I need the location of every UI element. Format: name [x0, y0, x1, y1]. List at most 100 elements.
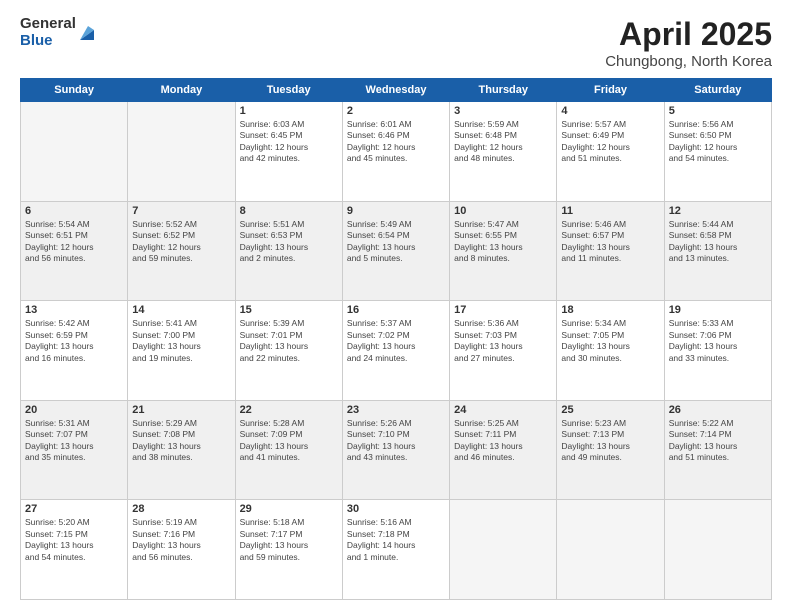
table-row: 18 Sunrise: 5:34 AM Sunset: 7:05 PM Dayli… [557, 301, 664, 401]
col-sunday: Sunday [21, 79, 128, 102]
day-number: 5 [669, 105, 767, 117]
day-info: Sunrise: 5:31 AM Sunset: 7:07 PM Dayligh… [25, 418, 123, 464]
day-number: 6 [25, 205, 123, 217]
col-wednesday: Wednesday [342, 79, 449, 102]
page: General Blue April 2025 Chungbong, North… [0, 0, 792, 612]
table-row: 15Sunrise: 5:39 AM Sunset: 7:01 PM Dayli… [235, 301, 342, 401]
day-info: Sunrise: 5:47 AM Sunset: 6:55 PM Dayligh… [454, 219, 552, 265]
day-number: 1 [240, 105, 338, 117]
day-info: Sunrise: 5:42 AM Sunset: 6:59 PM Dayligh… [25, 318, 123, 364]
day-number: 29 [240, 503, 338, 515]
day-number: 21 [132, 404, 230, 416]
day-number: 18 [561, 304, 659, 316]
day-info: Sunrise: 6:01 AM Sunset: 6:46 PM Dayligh… [347, 119, 445, 165]
day-number: 12 [669, 205, 767, 217]
day-number: 4 [561, 105, 659, 117]
day-info: Sunrise: 5:20 AM Sunset: 7:15 PM Dayligh… [25, 517, 123, 563]
day-info: Sunrise: 5:46 AM Sunset: 6:57 PM Dayligh… [561, 219, 659, 265]
day-number: 10 [454, 205, 552, 217]
day-info: Sunrise: 5:26 AM Sunset: 7:10 PM Dayligh… [347, 418, 445, 464]
col-saturday: Saturday [664, 79, 771, 102]
day-number: 22 [240, 404, 338, 416]
day-number: 24 [454, 404, 552, 416]
day-info: Sunrise: 5:25 AM Sunset: 7:11 PM Dayligh… [454, 418, 552, 464]
table-row: 14Sunrise: 5:41 AM Sunset: 7:00 PM Dayli… [128, 301, 235, 401]
logo-icon [78, 24, 96, 42]
day-number: 7 [132, 205, 230, 217]
day-number: 2 [347, 105, 445, 117]
table-row: 25 Sunrise: 5:23 AM Sunset: 7:13 PM Dayli… [557, 400, 664, 500]
table-row: 23 Sunrise: 5:26 AM Sunset: 7:10 PM Dayli… [342, 400, 449, 500]
table-row: 27 Sunrise: 5:20 AM Sunset: 7:15 PM Dayli… [21, 500, 128, 600]
col-friday: Friday [557, 79, 664, 102]
table-row [664, 500, 771, 600]
table-row: 8Sunrise: 5:51 AM Sunset: 6:53 PM Daylig… [235, 201, 342, 301]
table-row: 20Sunrise: 5:31 AM Sunset: 7:07 PM Dayli… [21, 400, 128, 500]
day-number: 23 [347, 404, 445, 416]
table-row: 16 Sunrise: 5:37 AM Sunset: 7:02 PM Dayli… [342, 301, 449, 401]
day-info: Sunrise: 5:36 AM Sunset: 7:03 PM Dayligh… [454, 318, 552, 364]
title-month: April 2025 [605, 16, 772, 53]
table-row: 24 Sunrise: 5:25 AM Sunset: 7:11 PM Dayli… [450, 400, 557, 500]
table-row: 19 Sunrise: 5:33 AM Sunset: 7:06 PM Dayli… [664, 301, 771, 401]
calendar-week-row: 1 Sunrise: 6:03 AM Sunset: 6:45 PM Daylig… [21, 102, 772, 202]
table-row: 26Sunrise: 5:22 AM Sunset: 7:14 PM Dayli… [664, 400, 771, 500]
table-row: 28Sunrise: 5:19 AM Sunset: 7:16 PM Dayli… [128, 500, 235, 600]
day-info: Sunrise: 6:03 AM Sunset: 6:45 PM Dayligh… [240, 119, 338, 165]
table-row: 22 Sunrise: 5:28 AM Sunset: 7:09 PM Dayli… [235, 400, 342, 500]
day-info: Sunrise: 5:56 AM Sunset: 6:50 PM Dayligh… [669, 119, 767, 165]
day-number: 30 [347, 503, 445, 515]
day-info: Sunrise: 5:37 AM Sunset: 7:02 PM Dayligh… [347, 318, 445, 364]
day-info: Sunrise: 5:18 AM Sunset: 7:17 PM Dayligh… [240, 517, 338, 563]
day-info: Sunrise: 5:44 AM Sunset: 6:58 PM Dayligh… [669, 219, 767, 265]
day-info: Sunrise: 5:33 AM Sunset: 7:06 PM Dayligh… [669, 318, 767, 364]
calendar-week-row: 13 Sunrise: 5:42 AM Sunset: 6:59 PM Dayli… [21, 301, 772, 401]
day-number: 14 [132, 304, 230, 316]
table-row [128, 102, 235, 202]
day-info: Sunrise: 5:16 AM Sunset: 7:18 PM Dayligh… [347, 517, 445, 563]
table-row: 17 Sunrise: 5:36 AM Sunset: 7:03 PM Dayli… [450, 301, 557, 401]
day-number: 13 [25, 304, 123, 316]
day-info: Sunrise: 5:49 AM Sunset: 6:54 PM Dayligh… [347, 219, 445, 265]
table-row: 7 Sunrise: 5:52 AM Sunset: 6:52 PM Daylig… [128, 201, 235, 301]
calendar-week-row: 6 Sunrise: 5:54 AM Sunset: 6:51 PM Daylig… [21, 201, 772, 301]
table-row: 13 Sunrise: 5:42 AM Sunset: 6:59 PM Dayli… [21, 301, 128, 401]
table-row: 12 Sunrise: 5:44 AM Sunset: 6:58 PM Dayli… [664, 201, 771, 301]
calendar-table: Sunday Monday Tuesday Wednesday Thursday… [20, 78, 772, 600]
table-row: 21 Sunrise: 5:29 AM Sunset: 7:08 PM Dayli… [128, 400, 235, 500]
day-number: 16 [347, 304, 445, 316]
day-info: Sunrise: 5:34 AM Sunset: 7:05 PM Dayligh… [561, 318, 659, 364]
day-info: Sunrise: 5:39 AM Sunset: 7:01 PM Dayligh… [240, 318, 338, 364]
day-number: 11 [561, 205, 659, 217]
day-number: 3 [454, 105, 552, 117]
table-row: 29 Sunrise: 5:18 AM Sunset: 7:17 PM Dayli… [235, 500, 342, 600]
day-info: Sunrise: 5:57 AM Sunset: 6:49 PM Dayligh… [561, 119, 659, 165]
day-info: Sunrise: 5:28 AM Sunset: 7:09 PM Dayligh… [240, 418, 338, 464]
calendar-week-row: 27 Sunrise: 5:20 AM Sunset: 7:15 PM Dayli… [21, 500, 772, 600]
col-tuesday: Tuesday [235, 79, 342, 102]
day-info: Sunrise: 5:52 AM Sunset: 6:52 PM Dayligh… [132, 219, 230, 265]
day-info: Sunrise: 5:54 AM Sunset: 6:51 PM Dayligh… [25, 219, 123, 265]
day-info: Sunrise: 5:22 AM Sunset: 7:14 PM Dayligh… [669, 418, 767, 464]
table-row: 3 Sunrise: 5:59 AM Sunset: 6:48 PM Daylig… [450, 102, 557, 202]
table-row: 9 Sunrise: 5:49 AM Sunset: 6:54 PM Daylig… [342, 201, 449, 301]
day-info: Sunrise: 5:29 AM Sunset: 7:08 PM Dayligh… [132, 418, 230, 464]
day-number: 17 [454, 304, 552, 316]
day-info: Sunrise: 5:51 AM Sunset: 6:53 PM Dayligh… [240, 219, 338, 265]
header: General Blue April 2025 Chungbong, North… [20, 16, 772, 70]
day-info: Sunrise: 5:23 AM Sunset: 7:13 PM Dayligh… [561, 418, 659, 464]
table-row: 5 Sunrise: 5:56 AM Sunset: 6:50 PM Daylig… [664, 102, 771, 202]
day-number: 25 [561, 404, 659, 416]
logo-general-text: General [20, 16, 76, 33]
table-row: 30 Sunrise: 5:16 AM Sunset: 7:18 PM Dayli… [342, 500, 449, 600]
day-number: 27 [25, 503, 123, 515]
header-row: Sunday Monday Tuesday Wednesday Thursday… [21, 79, 772, 102]
table-row: 10 Sunrise: 5:47 AM Sunset: 6:55 PM Dayli… [450, 201, 557, 301]
table-row [450, 500, 557, 600]
table-row [557, 500, 664, 600]
day-info: Sunrise: 5:59 AM Sunset: 6:48 PM Dayligh… [454, 119, 552, 165]
title-block: April 2025 Chungbong, North Korea [605, 16, 772, 70]
day-number: 9 [347, 205, 445, 217]
title-location: Chungbong, North Korea [605, 53, 772, 70]
day-number: 19 [669, 304, 767, 316]
